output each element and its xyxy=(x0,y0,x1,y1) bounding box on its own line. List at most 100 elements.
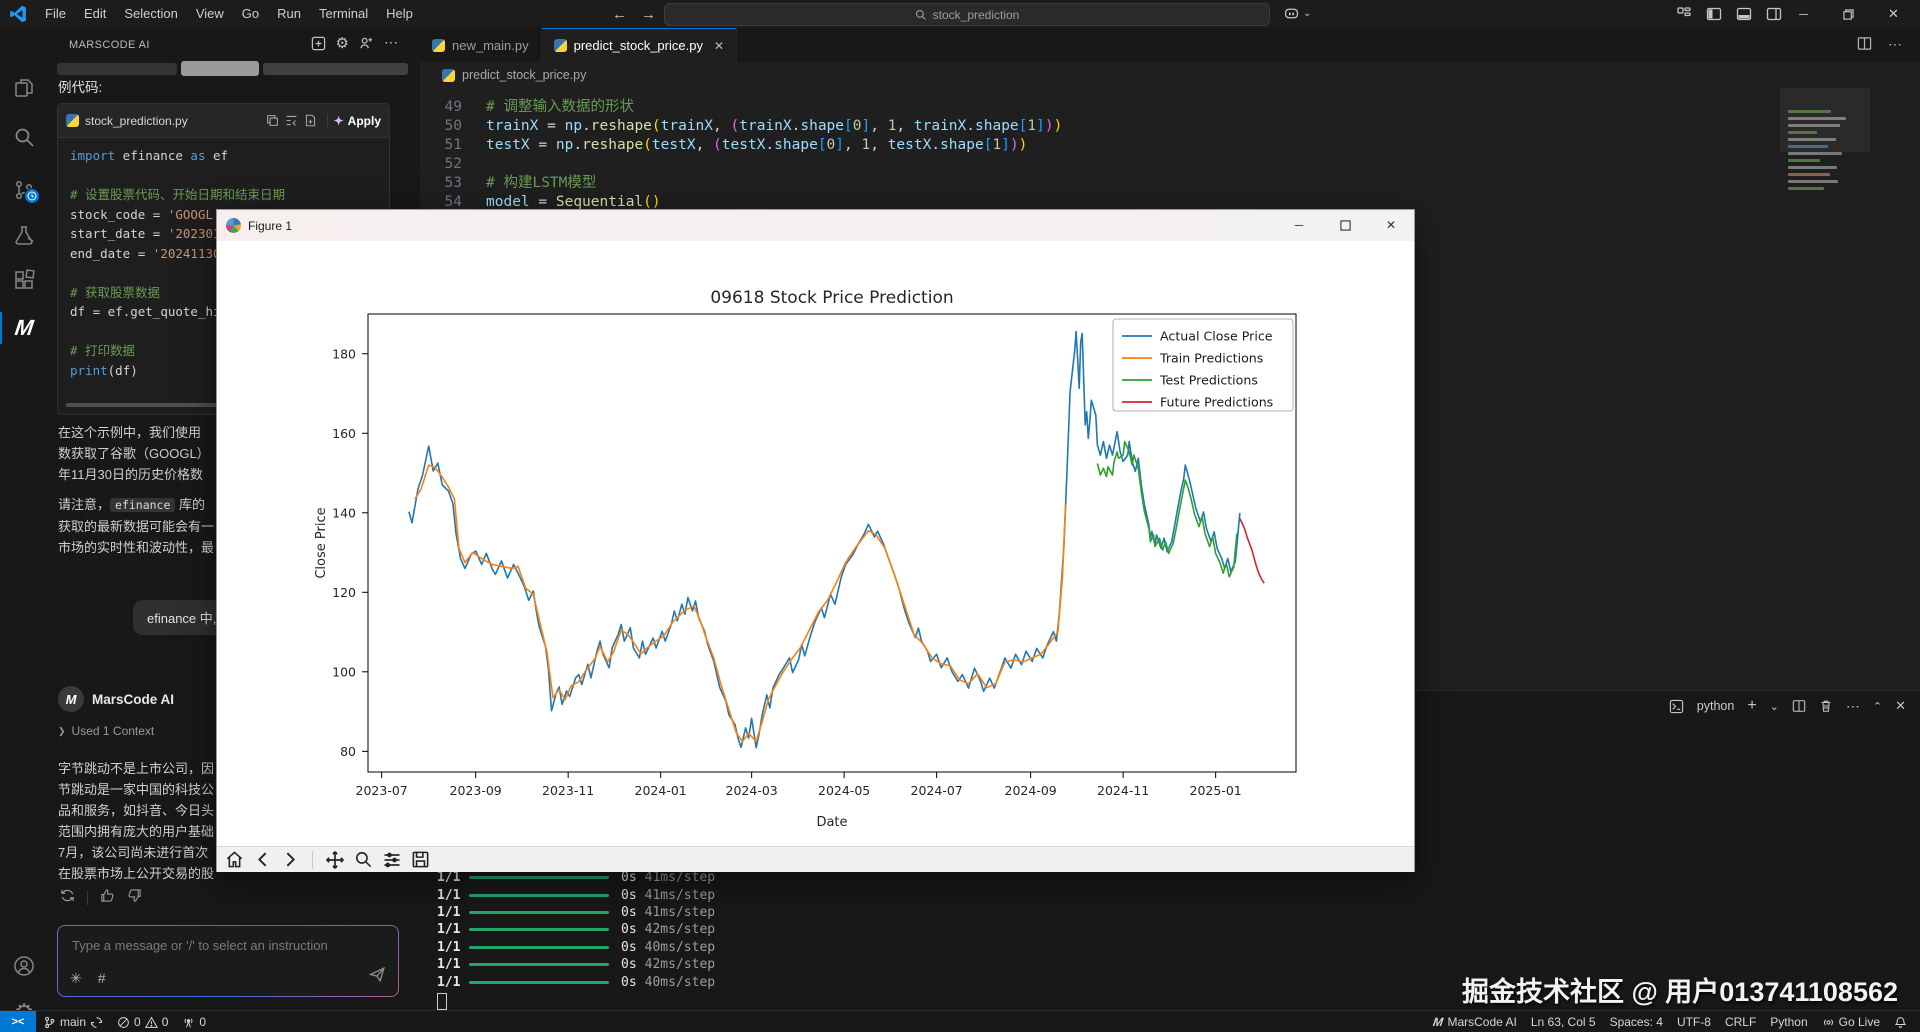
thumbs-up-button[interactable] xyxy=(100,888,115,908)
window-minimize-button[interactable]: ─ xyxy=(1781,0,1826,28)
input-placeholder: Type a message or '/' to select an instr… xyxy=(72,938,328,953)
sidebar-item-extensions[interactable] xyxy=(0,260,48,300)
cursor-position[interactable]: Ln 63, Col 5 xyxy=(1524,1011,1603,1032)
subplot-settings-icon[interactable] xyxy=(382,850,402,870)
editor-more-actions-button[interactable]: ⋯ xyxy=(1888,36,1902,53)
assistant-paragraph: 请注意，efinance 库的 获取的最新数据可能会有一市场的实时性和波动性，最 xyxy=(58,494,214,558)
history-back-icon[interactable]: ← xyxy=(612,6,627,23)
toggle-secondary-sidebar-icon[interactable] xyxy=(1766,6,1782,22)
python-file-icon xyxy=(554,39,567,52)
split-editor-button[interactable] xyxy=(1857,36,1872,51)
paragraph-line: 市场的实时性和波动性，最 xyxy=(58,537,214,558)
regenerate-button[interactable] xyxy=(60,888,75,908)
terminal-output[interactable]: 1/10s41ms/step1/10s41ms/step1/10s41ms/st… xyxy=(437,869,715,1010)
minimap[interactable] xyxy=(1788,110,1860,320)
copilot-menu-button[interactable]: ⌄ xyxy=(1283,5,1311,22)
toggle-sidebar-icon[interactable] xyxy=(1706,6,1722,22)
kill-terminal-button[interactable] xyxy=(1819,699,1833,713)
context-hash-icon[interactable]: # xyxy=(98,970,106,987)
svg-text:180: 180 xyxy=(332,346,356,361)
branch-indicator[interactable]: main xyxy=(36,1011,110,1032)
paragraph-line: 请注意，efinance 库的 xyxy=(58,494,214,516)
figure-title-bar[interactable]: Figure 1 ─ ✕ xyxy=(217,210,1414,241)
history-forward-icon[interactable]: → xyxy=(641,6,656,23)
tab-predict_stock_price.py[interactable]: predict_stock_price.py✕ xyxy=(542,28,737,62)
marscode-status[interactable]: M MarsCode AI xyxy=(1426,1011,1523,1032)
home-icon[interactable] xyxy=(225,850,244,869)
tab-new_main.py[interactable]: new_main.py xyxy=(420,28,542,62)
sidebar-item-source-control[interactable] xyxy=(0,170,48,210)
panel-more-button[interactable]: ⋯ xyxy=(384,36,398,51)
figure-minimize-button[interactable]: ─ xyxy=(1276,210,1322,240)
panel-settings-button[interactable]: ⚙ xyxy=(336,36,349,51)
terminal-dropdown-button[interactable]: ⌄ xyxy=(1770,700,1779,713)
terminal-progress-line: 1/10s41ms/step xyxy=(437,904,715,921)
new-file-button[interactable] xyxy=(304,114,317,127)
terminal-cursor xyxy=(437,993,447,1010)
restore-icon xyxy=(1843,9,1854,20)
menu-selection[interactable]: Selection xyxy=(115,0,186,28)
profile-button[interactable] xyxy=(359,36,374,51)
paragraph-line: 范围内拥有庞大的用户基础 xyxy=(58,821,214,842)
notifications-bell[interactable] xyxy=(1887,1011,1914,1032)
figure-close-button[interactable]: ✕ xyxy=(1368,210,1414,240)
indentation[interactable]: Spaces: 4 xyxy=(1603,1011,1670,1032)
terminal-progress-line: 1/10s40ms/step xyxy=(437,939,715,956)
window-close-button[interactable]: ✕ xyxy=(1871,0,1916,28)
back-icon[interactable] xyxy=(253,850,272,869)
sidebar-item-search[interactable] xyxy=(0,117,48,157)
instructions-icon[interactable]: ✳ xyxy=(70,970,82,987)
svg-text:Future Predictions: Future Predictions xyxy=(1160,395,1273,410)
toggle-panel-icon[interactable] xyxy=(1736,6,1752,22)
sidebar-item-marscode-ai[interactable]: M xyxy=(0,308,48,348)
broadcast-icon xyxy=(1822,1016,1835,1029)
zoom-icon[interactable] xyxy=(354,850,373,869)
language-mode[interactable]: Python xyxy=(1763,1011,1814,1032)
breadcrumb[interactable]: predict_stock_price.py xyxy=(420,62,1920,88)
problems-indicator[interactable]: 0 0 xyxy=(110,1011,175,1032)
menu-help[interactable]: Help xyxy=(377,0,422,28)
vscode-window: FileEditSelectionViewGoRunTerminalHelp ←… xyxy=(0,0,1920,1032)
svg-text:Date: Date xyxy=(816,815,847,830)
terminal-shell-label[interactable]: python xyxy=(1697,699,1735,713)
progress-bar xyxy=(469,946,609,949)
encoding[interactable]: UTF-8 xyxy=(1670,1011,1718,1032)
used-context-toggle[interactable]: ❯ Used 1 Context xyxy=(58,724,154,738)
new-terminal-button[interactable]: + xyxy=(1747,697,1756,715)
sidebar-item-explorer[interactable] xyxy=(0,68,48,108)
account-button[interactable] xyxy=(0,946,48,986)
command-search-input[interactable]: stock_prediction xyxy=(664,3,1270,26)
menu-edit[interactable]: Edit xyxy=(75,0,115,28)
menu-go[interactable]: Go xyxy=(233,0,268,28)
save-icon[interactable] xyxy=(411,850,430,869)
python-file-icon xyxy=(66,114,79,127)
split-terminal-button[interactable] xyxy=(1792,699,1806,713)
close-tab-button[interactable]: ✕ xyxy=(714,39,724,53)
remote-indicator[interactable]: >< xyxy=(0,1011,36,1032)
new-chat-button[interactable] xyxy=(311,36,326,51)
svg-text:2024-03: 2024-03 xyxy=(726,783,778,798)
close-panel-button[interactable]: ✕ xyxy=(1895,698,1906,714)
go-live-button[interactable]: Go Live xyxy=(1815,1011,1887,1032)
chat-input[interactable]: Type a message or '/' to select an instr… xyxy=(58,926,398,996)
figure-maximize-button[interactable] xyxy=(1322,210,1368,240)
panel-more-button[interactable]: ⋯ xyxy=(1846,698,1860,715)
apply-button[interactable]: ✦ Apply xyxy=(327,114,381,128)
redacted-text xyxy=(57,63,177,75)
menu-run[interactable]: Run xyxy=(268,0,310,28)
sidebar-item-run-debug[interactable] xyxy=(0,216,48,256)
ports-indicator[interactable]: 0 xyxy=(175,1011,213,1032)
window-restore-button[interactable] xyxy=(1826,0,1871,28)
maximize-panel-button[interactable]: ⌃ xyxy=(1873,700,1882,713)
pan-icon[interactable] xyxy=(325,850,345,870)
thumbs-down-button[interactable] xyxy=(127,888,142,908)
customize-layout-icon[interactable] xyxy=(1676,6,1692,22)
menu-view[interactable]: View xyxy=(187,0,233,28)
menu-terminal[interactable]: Terminal xyxy=(310,0,377,28)
eol-sequence[interactable]: CRLF xyxy=(1718,1011,1763,1032)
send-button[interactable] xyxy=(369,966,386,988)
forward-icon[interactable] xyxy=(281,850,300,869)
menu-file[interactable]: File xyxy=(36,0,75,28)
insert-code-button[interactable] xyxy=(285,114,298,127)
copy-code-button[interactable] xyxy=(266,114,279,127)
